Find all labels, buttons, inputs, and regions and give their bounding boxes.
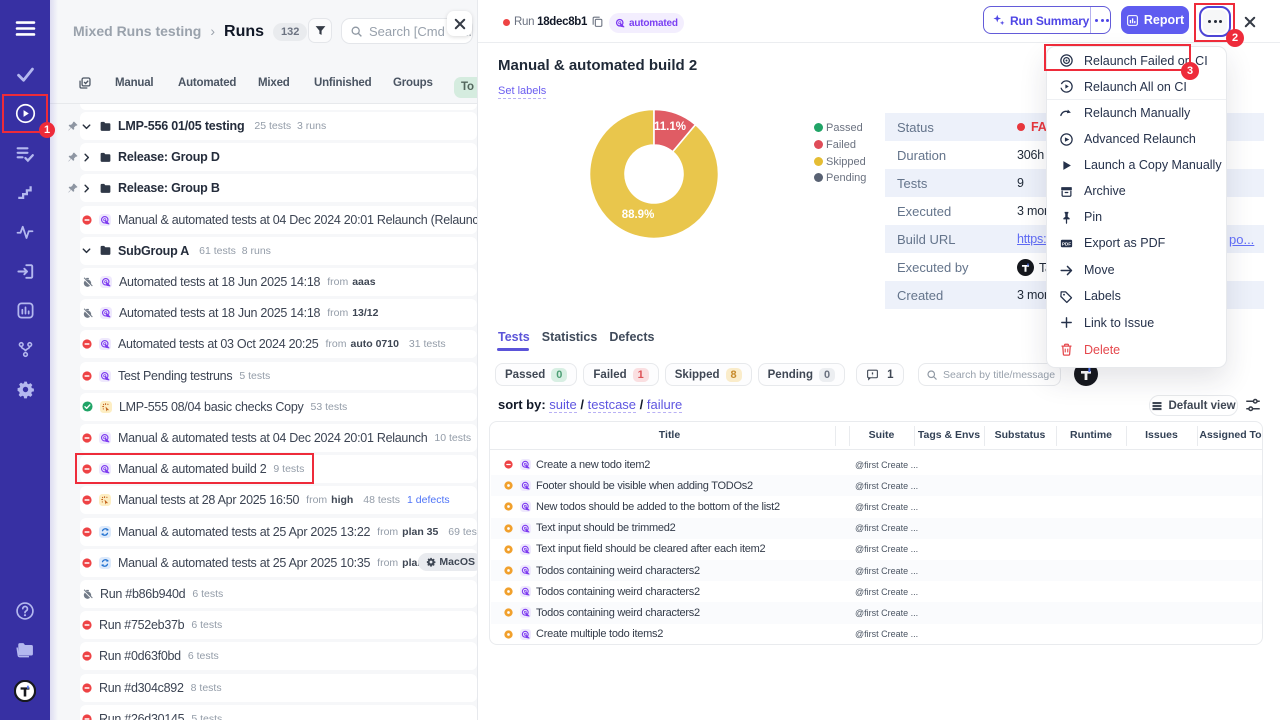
svg-text:11.1%: 11.1% [654,121,686,133]
svg-text:88.9%: 88.9% [622,209,655,221]
svg-text:PDF: PDF [1062,241,1071,246]
